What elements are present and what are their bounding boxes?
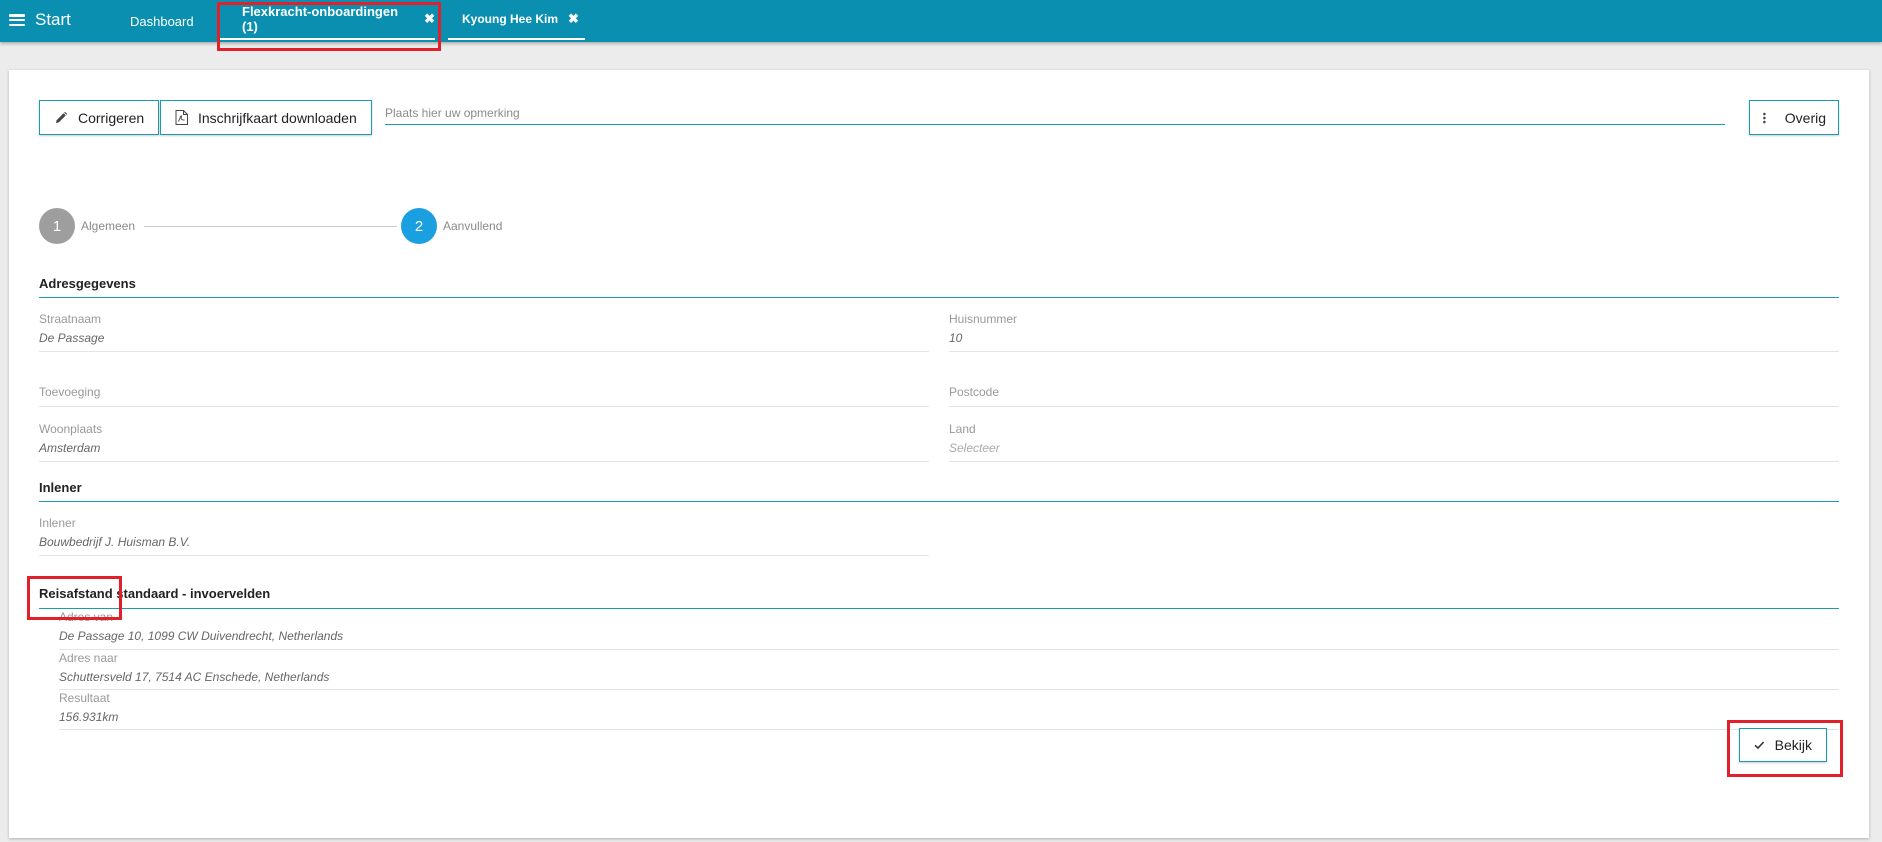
step-1-label: Algemeen [81,219,136,233]
more-button[interactable]: Overig [1749,100,1839,135]
tab-dashboard-label: Dashboard [130,13,194,29]
pencil-icon [56,111,68,123]
hirer-label: Inlener [39,516,76,530]
download-card-button[interactable]: Inschrijfkaart downloaden [160,100,372,135]
addition-label: Toevoeging [39,385,101,399]
onboarding-card: Corrigeren Inschrijfkaart downloaden Ove… [9,70,1869,838]
remark-input[interactable] [385,105,1725,120]
postcode-label: Postcode [949,385,1000,399]
remark-field[interactable] [385,101,1725,125]
street-value: De Passage [39,331,105,345]
start-menu-label: Start [35,10,71,29]
section-divider [39,501,1839,502]
country-label: Land [949,422,976,436]
hamburger-icon [9,14,25,26]
addition-field[interactable]: Toevoeging [39,385,929,407]
city-label: Woonplaats [39,422,103,436]
travel-from-label: Adres van [59,610,114,624]
hirer-field[interactable]: Inlener Bouwbedrijf J. Huisman B.V. [39,516,929,556]
country-value: Selecteer [949,441,1000,455]
postcode-field[interactable]: Postcode [949,385,1839,407]
city-field[interactable]: Woonplaats Amsterdam [39,422,929,462]
close-icon[interactable]: ✖ [424,11,435,27]
section-title-travel: Reisafstand standaard - invoervelden [39,586,271,601]
city-value: Amsterdam [39,441,101,455]
correct-button[interactable]: Corrigeren [39,100,160,135]
travel-to-label: Adres naar [59,651,118,665]
step-2-label: Aanvullend [443,219,503,233]
country-select[interactable]: Land Selecteer [949,422,1839,462]
download-card-label: Inschrijfkaart downloaden [198,109,357,126]
top-bar: Start Dashboard Flexkracht-onboardingen … [0,0,1882,42]
housenumber-value: 10 [949,331,963,345]
step-2-number: 2 [414,217,424,235]
start-menu-button[interactable]: Start [9,9,71,31]
street-field[interactable]: Straatnaam De Passage [39,312,929,352]
step-1-circle[interactable]: 1 [39,208,75,244]
housenumber-field[interactable]: Huisnummer 10 [949,312,1839,352]
section-title-hirer: Inlener [39,480,82,495]
close-icon[interactable]: ✖ [568,11,579,27]
travel-result-field: Resultaat 156.931km [59,691,1839,730]
step-2-circle[interactable]: 2 [401,208,437,244]
travel-result-label: Resultaat [59,691,110,705]
tab-dashboard[interactable]: Dashboard [130,0,194,42]
travel-to-field: Adres naar Schuttersveld 17, 7514 AC Ens… [59,651,1839,690]
pdf-file-icon [175,110,188,125]
view-button-label: Bekijk [1774,737,1812,753]
street-label: Straatnaam [39,312,102,326]
tab-flexkracht-label: Flexkracht-onboardingen (1) [242,4,399,34]
tab-kyoung-label: Kyoung Hee Kim [462,12,559,26]
housenumber-label: Huisnummer [949,312,1018,326]
view-button[interactable]: Bekijk [1739,728,1827,762]
travel-to-value: Schuttersveld 17, 7514 AC Enschede, Neth… [59,670,330,684]
section-divider [39,608,1839,609]
more-vertical-icon [1763,112,1766,123]
correct-button-label: Corrigeren [78,109,145,126]
travel-result-value: 156.931km [59,710,119,724]
travel-from-field: Adres van De Passage 10, 1099 CW Duivend… [59,610,1839,650]
section-title-address: Adresgegevens [39,276,136,291]
section-divider [39,297,1839,298]
tab-flexkracht-onboardingen[interactable]: Flexkracht-onboardingen (1) ✖ [218,0,435,40]
travel-from-value: De Passage 10, 1099 CW Duivendrecht, Net… [59,629,344,643]
stepper-connector [144,226,397,227]
tab-kyoung-hee-kim[interactable]: Kyoung Hee Kim ✖ [448,0,585,40]
check-icon [1754,741,1765,750]
step-1-number: 1 [52,217,62,235]
more-button-label: Overig [1784,109,1826,126]
hirer-value: Bouwbedrijf J. Huisman B.V. [39,535,191,549]
